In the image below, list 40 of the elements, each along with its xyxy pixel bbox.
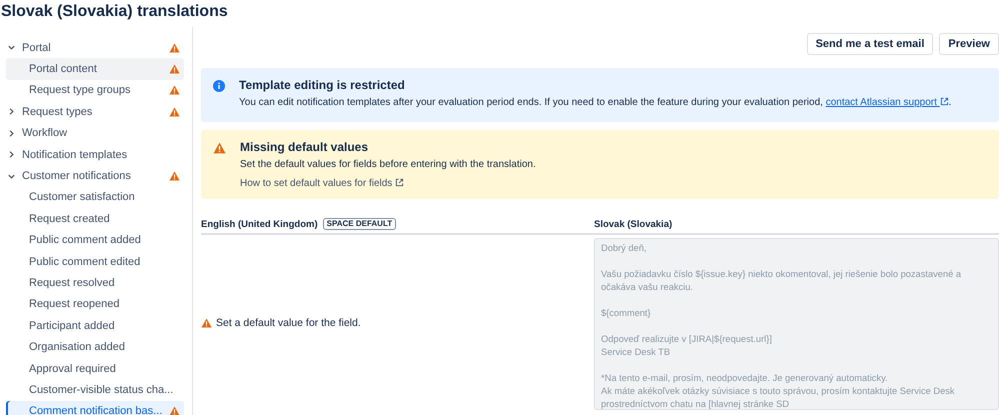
column-header: English (United Kingdom) [201,218,318,230]
sidebar-item[interactable]: Organisation added [6,336,184,358]
space-default-badge: SPACE DEFAULT [322,218,396,230]
sidebar-item[interactable]: Public comment added [6,230,184,251]
info-icon [213,80,225,92]
action-button[interactable]: Send me a test email [806,33,934,55]
warning-icon [213,142,226,154]
sidebar-item[interactable]: Comment notification bas... [6,400,184,415]
column-header: Slovak (Slovakia) [594,218,672,230]
sidebar-item[interactable]: Request created [6,208,184,230]
action-button[interactable]: Preview [939,33,999,55]
banner-title: Missing default values [240,140,370,154]
chevron-icon [7,128,16,138]
sidebar-item[interactable]: Notification templates [6,144,184,166]
sidebar-item[interactable]: Customer-visible status cha... [6,379,184,401]
banner-message: You can edit notification templates after your evaluation period ends. If you need to enable the feature during your evaluation period, contact Atlassian support . [239,97,952,108]
sidebar-item[interactable]: Customer satisfaction [6,186,184,208]
page-title: Slovak (Slovakia) translations [0,2,229,22]
chevron-icon [7,43,16,52]
sidebar-item[interactable]: Request types [6,101,184,123]
sidebar-item[interactable]: Portal [6,37,184,58]
banner-message: Set the default values for fields before entering with the translation. [240,159,536,170]
sidebar-item[interactable]: Customer notifications [6,165,184,187]
sidebar-item[interactable]: Portal content [6,58,184,80]
sidebar-item[interactable]: Workflow [6,122,184,144]
warning-icon [201,318,212,328]
source-message: Set a default value for the field. [216,316,361,328]
chevron-icon [7,107,16,116]
sidebar-item[interactable]: Request resolved [6,272,184,294]
sidebar-item[interactable]: Request type groups [6,80,184,102]
support-link[interactable]: contact Atlassian support [826,97,949,108]
external-link-icon [940,97,949,106]
sidebar-item[interactable]: Approval required [6,358,184,380]
external-link-icon [395,178,404,187]
help-link[interactable]: How to set default values for fields [240,178,404,189]
chevron-icon [7,150,16,160]
banner-title: Template editing is restricted [239,78,406,92]
sidebar-item[interactable]: Public comment edited [6,250,184,272]
sidebar-item[interactable]: Participant added [6,315,184,336]
sidebar-item[interactable]: Request reopened [6,294,184,316]
